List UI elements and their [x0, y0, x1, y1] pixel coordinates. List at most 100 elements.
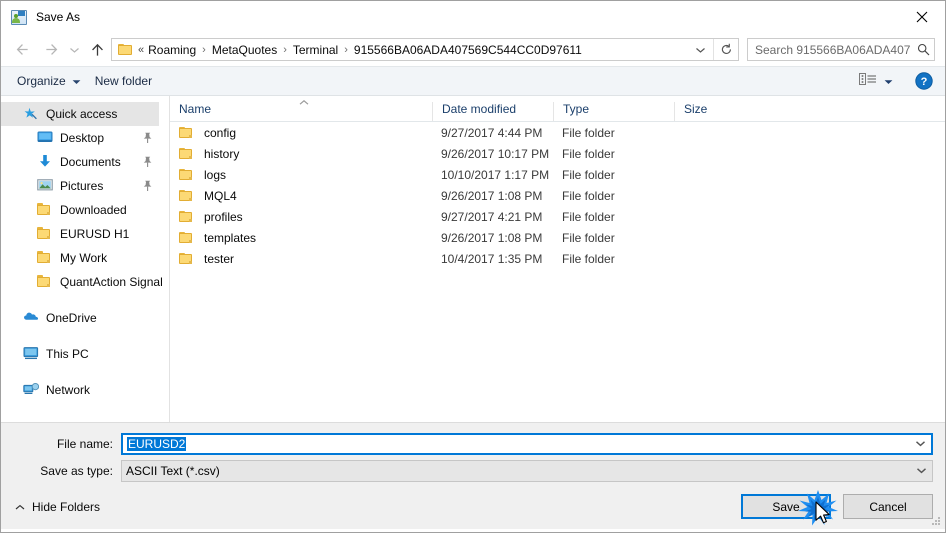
table-row[interactable]: logs 10/10/2017 1:17 PM File folder — [170, 164, 945, 185]
file-name-value: EURUSD2 — [127, 436, 187, 451]
breadcrumb-item-2[interactable]: Terminal — [291, 43, 340, 57]
file-type-cell: File folder — [562, 209, 615, 224]
column-header-label: Name — [179, 102, 212, 116]
help-button[interactable]: ? — [911, 70, 937, 92]
change-view-button[interactable] — [855, 70, 897, 92]
save-as-type-chevron-down-icon[interactable] — [910, 467, 932, 474]
sidebar-item-label: My Work — [60, 251, 108, 265]
file-name-row: File name: EURUSD2 — [1, 432, 945, 455]
save-as-type-combobox[interactable]: ASCII Text (*.csv) — [121, 459, 933, 482]
file-type-cell: File folder — [562, 167, 615, 182]
up-button[interactable] — [83, 37, 111, 63]
table-row[interactable]: templates 9/26/2017 1:08 PM File folder — [170, 227, 945, 248]
sidebar-item-desktop[interactable]: Desktop — [1, 126, 169, 150]
new-folder-button[interactable]: New folder — [88, 70, 159, 92]
breadcrumb-separator-2[interactable]: › — [340, 44, 352, 56]
file-name-combobox[interactable]: EURUSD2 — [121, 432, 933, 455]
file-name-label: logs — [204, 167, 227, 182]
sidebar-item-eurusd-h1[interactable]: EURUSD H1 — [1, 222, 169, 246]
cancel-button-label: Cancel — [869, 499, 907, 514]
folder-icon — [179, 168, 195, 182]
sidebar-item-network[interactable]: Network — [1, 378, 169, 402]
command-toolbar: Organize New folder ? — [1, 66, 945, 96]
file-name-label: profiles — [204, 209, 243, 224]
pin-icon[interactable] — [142, 156, 153, 168]
folder-icon — [179, 126, 195, 140]
sidebar-item-downloaded[interactable]: Downloaded — [1, 198, 169, 222]
breadcrumb-separator-0[interactable]: › — [198, 44, 210, 56]
pin-icon[interactable] — [142, 132, 153, 144]
sidebar-item-my-work[interactable]: My Work — [1, 246, 169, 270]
search-input[interactable] — [748, 42, 912, 57]
table-row[interactable]: MQL4 9/26/2017 1:08 PM File folder — [170, 185, 945, 206]
breadcrumb-item-0[interactable]: Roaming — [146, 43, 198, 57]
sidebar-item-this-pc[interactable]: This PC — [1, 342, 169, 366]
resize-grip[interactable] — [930, 514, 942, 526]
file-name-chevron-down-icon[interactable] — [909, 440, 931, 447]
folder-icon — [179, 147, 195, 161]
column-header-date-modified[interactable]: Date modified — [432, 102, 553, 121]
column-header-label: Size — [684, 102, 708, 116]
column-headers: Name Date modified Type Size — [170, 96, 945, 122]
forward-button[interactable] — [37, 37, 65, 63]
address-bar[interactable]: « Roaming › MetaQuotes › Terminal › 9155… — [111, 38, 739, 61]
dialog-footer: Hide Folders Save Cancel — [1, 484, 945, 529]
search-box[interactable] — [747, 38, 935, 61]
file-list: Name Date modified Type Size config 9/27… — [170, 96, 945, 422]
breadcrumb-separator-1[interactable]: › — [279, 44, 291, 56]
file-type-cell: File folder — [562, 230, 615, 245]
save-form: File name: EURUSD2 Save as type: ASCII T… — [1, 422, 945, 484]
sidebar-item-quick-access[interactable]: Quick access — [1, 102, 159, 126]
refresh-icon[interactable] — [713, 39, 738, 60]
folder-icon — [179, 189, 195, 203]
save-as-type-label: Save as type: — [40, 463, 113, 478]
view-list-icon — [859, 72, 877, 90]
save-as-dialog: Save As « Roaming › MetaQuotes › Termina… — [0, 0, 946, 533]
sidebar-item-label: Pictures — [60, 179, 104, 193]
breadcrumb-item-1[interactable]: MetaQuotes — [210, 43, 279, 57]
back-button[interactable] — [9, 37, 37, 63]
table-row[interactable]: history 9/26/2017 10:17 PM File folder — [170, 143, 945, 164]
table-row[interactable]: tester 10/4/2017 1:35 PM File folder — [170, 248, 945, 269]
sidebar-item-label: Downloaded — [60, 203, 127, 217]
save-button[interactable]: Save — [741, 494, 831, 519]
table-row[interactable]: config 9/27/2017 4:44 PM File folder — [170, 122, 945, 143]
organize-button[interactable]: Organize — [15, 70, 88, 92]
file-rows: config 9/27/2017 4:44 PM File folder his… — [170, 122, 945, 269]
file-name-label: File name: — [56, 436, 113, 451]
organize-label: Organize — [17, 74, 66, 88]
window-title: Save As — [36, 10, 81, 24]
sidebar-item-label: Documents — [60, 155, 121, 169]
sidebar-item-onedrive[interactable]: OneDrive — [1, 306, 169, 330]
table-row[interactable]: profiles 9/27/2017 4:21 PM File folder — [170, 206, 945, 227]
navigation-bar: « Roaming › MetaQuotes › Terminal › 9155… — [1, 33, 945, 66]
breadcrumb-item-3[interactable]: 915566BA06ADA407569C544CC0D97611 — [352, 43, 584, 57]
file-name-input[interactable]: EURUSD2 — [123, 436, 909, 451]
close-icon[interactable] — [899, 1, 945, 32]
hide-folders-button[interactable]: Hide Folders — [15, 500, 100, 514]
file-type-cell: File folder — [562, 125, 615, 140]
file-name-cell: profiles — [170, 210, 432, 224]
onedrive-cloud-icon — [23, 310, 39, 326]
sidebar-item-label: Quick access — [46, 107, 118, 121]
search-icon[interactable] — [912, 43, 934, 56]
file-date-cell: 9/27/2017 4:44 PM — [441, 125, 543, 140]
sidebar-item-documents[interactable]: Documents — [1, 150, 169, 174]
breadcrumb-overflow[interactable]: « — [138, 44, 146, 56]
folder-icon — [37, 202, 53, 218]
cancel-button[interactable]: Cancel — [843, 494, 933, 519]
sidebar-item-quantaction-signal[interactable]: QuantAction Signal — [1, 270, 169, 294]
recent-locations-chevron-down-icon[interactable] — [65, 37, 83, 63]
column-header-size[interactable]: Size — [674, 102, 753, 121]
file-type-cell: File folder — [562, 146, 615, 161]
address-chevron-down-icon[interactable] — [687, 39, 713, 60]
column-header-type[interactable]: Type — [553, 102, 674, 121]
file-date-cell: 9/26/2017 1:08 PM — [441, 230, 543, 245]
pin-icon[interactable] — [142, 180, 153, 192]
save-button-label: Save — [772, 499, 800, 514]
svg-text:?: ? — [921, 76, 928, 88]
save-as-type-value: ASCII Text (*.csv) — [126, 463, 220, 478]
file-date-cell: 9/26/2017 10:17 PM — [441, 146, 550, 161]
sidebar-item-pictures[interactable]: Pictures — [1, 174, 169, 198]
dialog-content: Quick access Desktop Documents Pictures … — [1, 96, 945, 422]
